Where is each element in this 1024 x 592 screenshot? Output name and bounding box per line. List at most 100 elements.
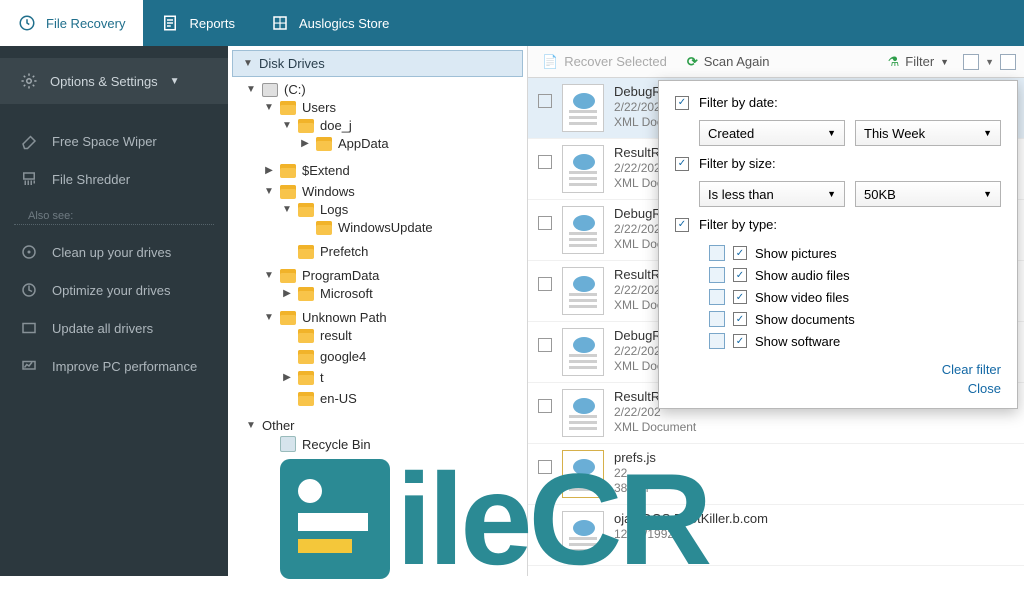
tree-google[interactable]: ▶google4 [282, 349, 527, 364]
sidebar-clean-drives[interactable]: Clean up your drives [0, 233, 228, 271]
view-preview-button[interactable] [1000, 54, 1016, 70]
type-label: Show video files [755, 290, 849, 305]
tree-extend[interactable]: ▶$Extend [264, 163, 527, 178]
size-op-select[interactable]: Is less than▼ [699, 181, 845, 207]
sidebar-optimize-drives[interactable]: Optimize your drives [0, 271, 228, 309]
main-panel: 📄 Recover Selected ⟳ Scan Again ⚗ Filter… [528, 46, 1024, 576]
show-pictures-checkbox[interactable] [733, 246, 747, 260]
eraser-icon [20, 132, 38, 150]
filter-size-checkbox[interactable] [675, 157, 689, 171]
folder-icon [298, 350, 314, 364]
file-date: 12/16/1992 [614, 527, 768, 541]
file-checkbox[interactable] [538, 155, 552, 169]
folder-icon [280, 185, 296, 199]
sidebar-file-shredder[interactable]: File Shredder [0, 160, 228, 198]
clear-filter-link[interactable]: Clear filter [675, 360, 1001, 379]
file-checkbox[interactable] [538, 460, 552, 474]
pictures-icon [709, 245, 725, 261]
tree-logs[interactable]: ▼Logs [282, 202, 527, 217]
top-tabs: File Recovery Reports Auslogics Store [0, 0, 1024, 46]
file-checkbox[interactable] [538, 399, 552, 413]
tree-appdata[interactable]: ▶AppData [300, 136, 527, 151]
file-date: 22 [614, 466, 656, 480]
recover-selected-button[interactable]: 📄 Recover Selected [536, 51, 673, 73]
file-checkbox[interactable] [538, 216, 552, 230]
sidebar-improve-perf[interactable]: Improve PC performance [0, 347, 228, 385]
tree-node-label: WindowsUpdate [338, 220, 433, 235]
chevron-down-icon: ▼ [827, 189, 836, 199]
optimize-icon [20, 281, 38, 299]
scan-again-button[interactable]: ⟳ Scan Again [681, 51, 776, 73]
file-row[interactable]: prefs.js2238 PM [528, 444, 1024, 505]
tree-node-label: Windows [302, 184, 355, 199]
tree-windows[interactable]: ▼Windows [264, 184, 527, 199]
tree-header[interactable]: ▼ Disk Drives [232, 50, 523, 77]
tree-wu[interactable]: ▶WindowsUpdate [300, 220, 527, 235]
filter-button[interactable]: ⚗ Filter ▼ [882, 51, 955, 73]
select-value: 50KB [864, 187, 896, 202]
filter-icon: ⚗ [888, 54, 900, 70]
folder-icon [298, 119, 314, 133]
chevron-down-icon: ▼ [940, 57, 949, 67]
tree-t[interactable]: ▶t [282, 370, 527, 385]
sidebar-update-drivers[interactable]: Update all drivers [0, 309, 228, 347]
show-documents-checkbox[interactable] [733, 312, 747, 326]
folder-icon [316, 137, 332, 151]
folder-icon [280, 311, 296, 325]
tree-doe[interactable]: ▼doe_j [282, 118, 527, 133]
show-video-checkbox[interactable] [733, 290, 747, 304]
video-icon [709, 289, 725, 305]
tree-users[interactable]: ▼Users [264, 100, 527, 115]
xml-file-icon [562, 267, 604, 315]
tree-enus[interactable]: ▶en-US [282, 391, 527, 406]
perf-icon [20, 357, 38, 375]
js-file-icon [562, 450, 604, 498]
tree-drive-c[interactable]: ▼(C:) [246, 82, 527, 97]
file-checkbox[interactable] [538, 94, 552, 108]
recycle-bin-icon [280, 436, 296, 452]
show-audio-checkbox[interactable] [733, 268, 747, 282]
file-row[interactable]: ojan.DOS.BootKiller.b.com12/16/1992 [528, 505, 1024, 566]
show-software-checkbox[interactable] [733, 334, 747, 348]
button-label: Filter [905, 54, 934, 69]
tree-recycle-bin[interactable]: ▶Recycle Bin [264, 436, 527, 452]
tree-other[interactable]: ▼Other [246, 418, 527, 433]
tree-node-label: AppData [338, 136, 389, 151]
options-label: Options & Settings [50, 74, 158, 89]
tab-file-recovery[interactable]: File Recovery [0, 0, 143, 46]
tree-node-label: Unknown Path [302, 310, 387, 325]
sidebar-free-space-wiper[interactable]: Free Space Wiper [0, 122, 228, 160]
tree-unknown[interactable]: ▼Unknown Path [264, 310, 527, 325]
tab-reports[interactable]: Reports [143, 0, 253, 46]
folder-icon [298, 287, 314, 301]
tree-programdata[interactable]: ▼ProgramData [264, 268, 527, 283]
file-checkbox[interactable] [538, 338, 552, 352]
reports-icon [161, 14, 179, 32]
filter-popup: Filter by date: Created▼ This Week▼ Filt… [658, 80, 1018, 409]
type-label: Show pictures [755, 246, 837, 261]
options-settings[interactable]: Options & Settings ▼ [0, 58, 228, 104]
chevron-down-icon: ▼ [983, 128, 992, 138]
filter-type-checkbox[interactable] [675, 218, 689, 232]
toolbar: 📄 Recover Selected ⟳ Scan Again ⚗ Filter… [528, 46, 1024, 78]
sidebar-item-label: Free Space Wiper [52, 134, 157, 149]
xml-file-icon [562, 145, 604, 193]
tab-store[interactable]: Auslogics Store [253, 0, 407, 46]
tree-result[interactable]: ▶result [282, 328, 527, 343]
file-checkbox[interactable] [538, 521, 552, 535]
filter-size-label: Filter by size: [699, 156, 776, 171]
filter-date-checkbox[interactable] [675, 96, 689, 110]
tree-prefetch[interactable]: ▶Prefetch [282, 244, 527, 259]
filter-date-label: Filter by date: [699, 95, 778, 110]
date-range-select[interactable]: This Week▼ [855, 120, 1001, 146]
file-checkbox[interactable] [538, 277, 552, 291]
type-label: Show audio files [755, 268, 850, 283]
close-popup-link[interactable]: Close [675, 379, 1001, 398]
tree-node-label: en-US [320, 391, 357, 406]
size-value-select[interactable]: 50KB▼ [855, 181, 1001, 207]
xml-file-icon [562, 328, 604, 376]
tree-ms[interactable]: ▶Microsoft [282, 286, 527, 301]
view-list-button[interactable] [963, 54, 979, 70]
date-type-select[interactable]: Created▼ [699, 120, 845, 146]
tree-node-label: doe_j [320, 118, 352, 133]
